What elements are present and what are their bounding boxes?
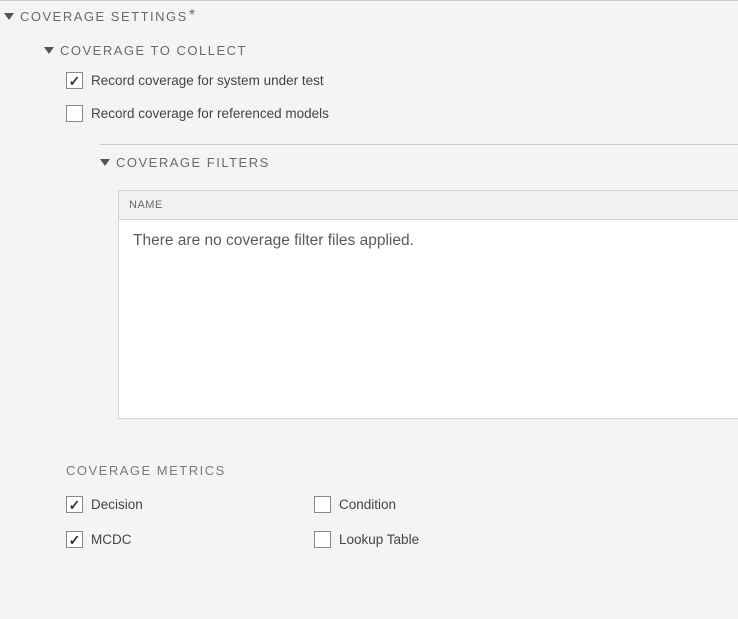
metric-mcdc-row: MCDC (66, 531, 314, 548)
record-referenced-models-row: Record coverage for referenced models (44, 105, 738, 138)
coverage-to-collect-title: COVERAGE TO COLLECT (60, 43, 247, 58)
record-system-under-test-row: Record coverage for system under test (44, 72, 738, 105)
filters-table-body: There are no coverage filter files appli… (119, 220, 738, 418)
record-system-under-test-checkbox[interactable] (66, 72, 83, 89)
metric-decision-row: Decision (66, 496, 314, 513)
coverage-filters-table: NAME There are no coverage filter files … (118, 190, 738, 419)
filters-column-header-name: NAME (119, 191, 738, 220)
modified-indicator: * (189, 7, 195, 25)
caret-down-icon (100, 159, 110, 166)
caret-down-icon (4, 13, 14, 20)
metric-mcdc-checkbox[interactable] (66, 531, 83, 548)
coverage-settings-header[interactable]: COVERAGE SETTINGS * (0, 0, 738, 29)
metric-condition-checkbox[interactable] (314, 496, 331, 513)
filters-empty-message: There are no coverage filter files appli… (133, 232, 724, 250)
metric-lookup-row: Lookup Table (314, 531, 738, 548)
coverage-settings-title: COVERAGE SETTINGS (20, 9, 188, 24)
metric-lookup-label: Lookup Table (339, 532, 419, 547)
coverage-metrics-grid: Decision Condition MCDC Lookup Table (66, 496, 738, 548)
record-system-under-test-label: Record coverage for system under test (91, 73, 324, 88)
coverage-filters-title: COVERAGE FILTERS (116, 155, 270, 170)
record-referenced-models-label: Record coverage for referenced models (91, 106, 329, 121)
coverage-metrics-title: COVERAGE METRICS (66, 463, 738, 496)
coverage-to-collect-header[interactable]: COVERAGE TO COLLECT (44, 43, 738, 72)
metric-mcdc-label: MCDC (91, 532, 132, 547)
metric-decision-checkbox[interactable] (66, 496, 83, 513)
metric-decision-label: Decision (91, 497, 143, 512)
coverage-filters-header[interactable]: COVERAGE FILTERS (100, 144, 738, 178)
metric-lookup-checkbox[interactable] (314, 531, 331, 548)
metric-condition-label: Condition (339, 497, 396, 512)
metric-condition-row: Condition (314, 496, 738, 513)
record-referenced-models-checkbox[interactable] (66, 105, 83, 122)
caret-down-icon (44, 47, 54, 54)
